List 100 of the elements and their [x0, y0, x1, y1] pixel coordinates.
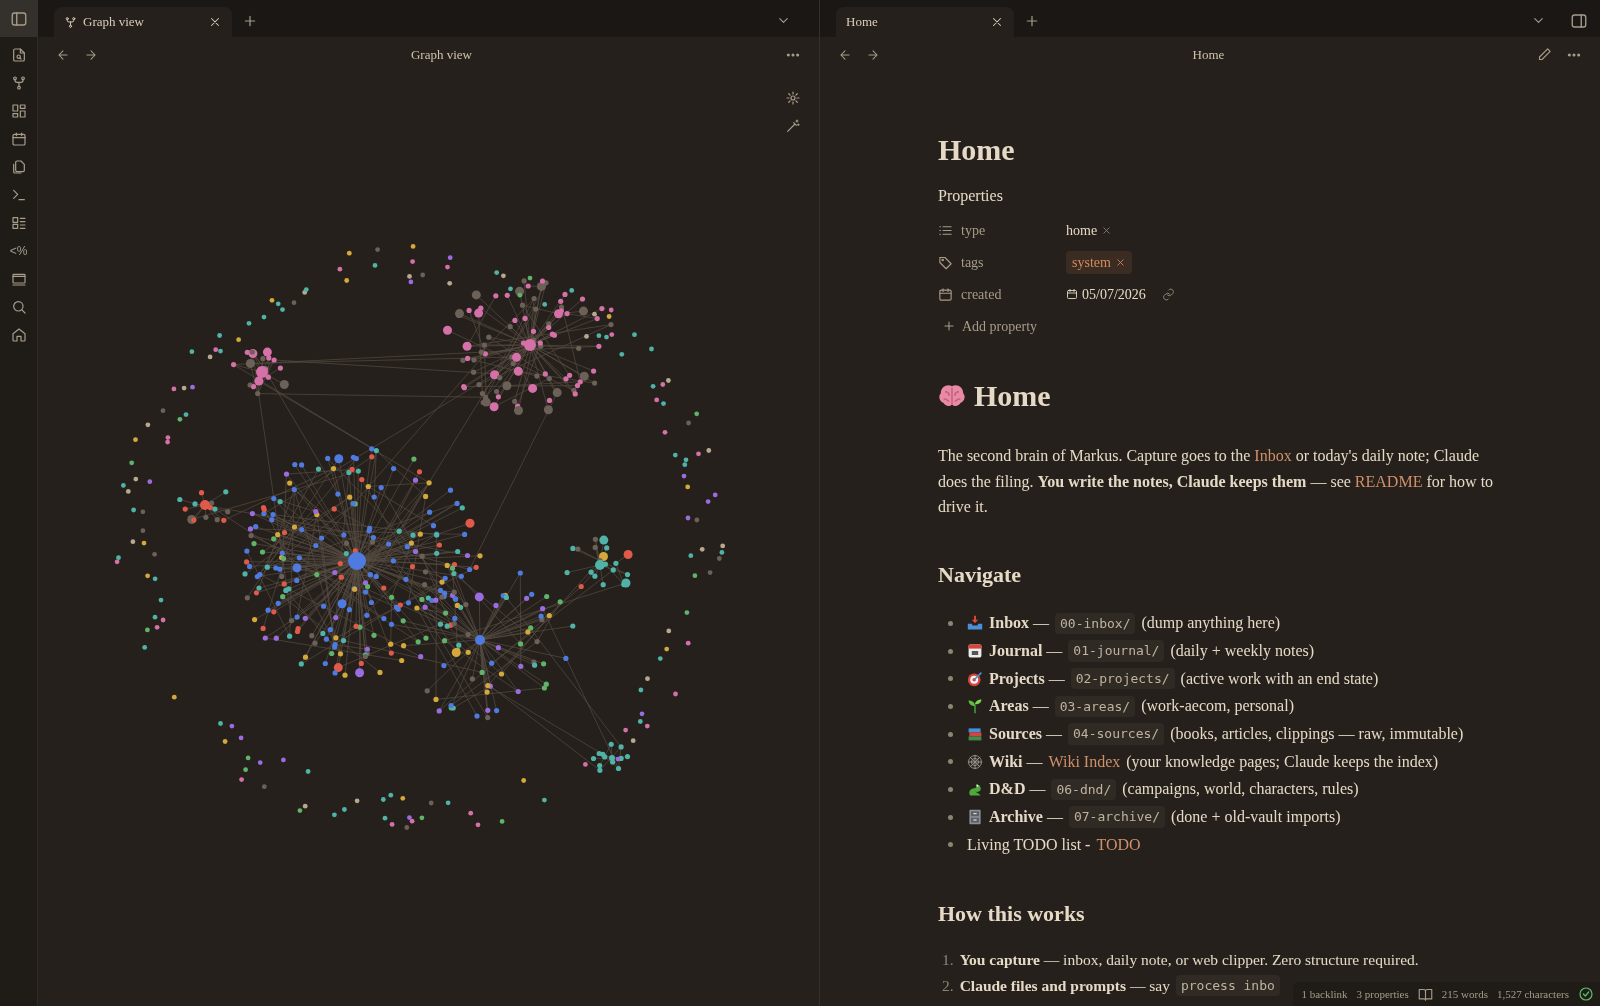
file-cabinet-icon [967, 809, 983, 826]
graph-nodes[interactable] [114, 244, 726, 830]
bullet [948, 814, 953, 820]
sidebar-toggle-button[interactable] [0, 0, 38, 37]
backlinks-count[interactable]: 1 backlink [1301, 985, 1348, 1003]
magic-wand-icon[interactable] [785, 118, 801, 134]
list-description: (done + old-vault imports) [1171, 807, 1341, 828]
slides-icon[interactable] [10, 271, 27, 287]
file-search-icon[interactable] [10, 47, 27, 63]
list-description: (daily + weekly notes) [1170, 641, 1315, 662]
paragraph: The second brain of Markus. Capture goes to the Inbox or today's daily note; Claude does the filing. You write the notes, Claude keeps them — see README for how to drive it. [938, 446, 1495, 517]
list-description: (dump anything here) [1141, 613, 1281, 634]
bullet [948, 648, 953, 654]
heading: Home [974, 378, 1051, 414]
back-arrow-icon[interactable] [838, 47, 852, 62]
list-label: Inbox — [989, 613, 1050, 634]
folder-path: 07-archive/ [1068, 806, 1165, 828]
calendar-icon [967, 643, 983, 660]
pane-title: Home [1191, 45, 1226, 64]
dartboard-icon [967, 670, 983, 687]
folder-path: 04-sources/ [1068, 723, 1165, 745]
forward-arrow-icon[interactable] [84, 47, 98, 62]
character-count: 1,527 characters [1496, 986, 1569, 1002]
bullet [948, 842, 953, 848]
note-link[interactable]: README [1354, 472, 1423, 490]
plus-icon[interactable] [942, 319, 956, 333]
calendar-icon [938, 286, 953, 302]
edit-icon[interactable] [1537, 47, 1552, 62]
inline-code: process inbo [1175, 974, 1280, 997]
tab[interactable]: Graph view [54, 7, 232, 37]
date-value[interactable]: 05/07/2026 [1082, 283, 1146, 305]
tag-icon [938, 254, 953, 270]
heading: How this works [938, 899, 1086, 928]
pane-title: Graph view [410, 45, 473, 64]
bullet [948, 676, 953, 682]
list-description: (books, articles, clippings — raw, immutable) [1170, 724, 1464, 745]
bullet [948, 620, 953, 626]
properties-heading: Properties [938, 186, 1004, 207]
heading: Navigate [938, 560, 1023, 589]
property-name: tags [961, 253, 984, 272]
list-label: Journal — [989, 641, 1063, 662]
link-icon[interactable] [1161, 287, 1175, 301]
list-label: Archive — [989, 807, 1063, 828]
step-text: You capture — inbox, daily note, or web clipper. Zero structure required. [959, 950, 1419, 971]
remove-icon[interactable] [1101, 224, 1113, 236]
word-count: 215 words [1441, 986, 1488, 1002]
spider-web-icon [967, 753, 983, 770]
bullet [948, 786, 953, 792]
settings-icon[interactable] [785, 90, 801, 106]
graph-icon [64, 15, 77, 29]
list-label: Sources — [989, 724, 1063, 745]
sync-status-icon[interactable] [1578, 986, 1594, 1002]
search-icon[interactable] [10, 299, 27, 315]
books-icon [967, 726, 983, 743]
folder-path: 00-inbox/ [1055, 612, 1136, 635]
bullet [948, 731, 953, 737]
calendar-icon [1066, 288, 1078, 300]
step-number: 1. [942, 950, 954, 971]
list-label: Wiki — [989, 751, 1043, 772]
folder-path: 02-projects/ [1070, 667, 1175, 690]
step-text: Claude files and prompts — say [959, 976, 1170, 997]
tag-chip[interactable]: system [1066, 250, 1132, 274]
list-description: (your knowledge pages; Claude keeps the index) [1126, 751, 1439, 773]
graph-icon[interactable] [10, 75, 27, 91]
remove-icon[interactable] [1114, 256, 1126, 268]
back-arrow-icon[interactable] [56, 47, 70, 62]
checklist-icon[interactable] [10, 215, 27, 231]
copy-icon[interactable] [10, 159, 27, 175]
list-label: Areas — [989, 696, 1049, 717]
home-icon[interactable] [10, 327, 27, 343]
calendar-icon[interactable] [10, 131, 27, 147]
tab[interactable]: Home [836, 7, 1014, 37]
folder-path: 06-dnd/ [1051, 778, 1117, 801]
folder-path: 03-areas/ [1054, 695, 1136, 718]
close-icon[interactable] [990, 15, 1004, 29]
folder-path: 01-journal/ [1068, 640, 1165, 662]
new-tab-icon[interactable] [242, 13, 258, 29]
list-description: (active work with an end state) [1180, 668, 1379, 690]
property-value[interactable]: home [1066, 219, 1098, 241]
list-label: D&D — [989, 779, 1046, 800]
list-label: Living TODO list - [967, 834, 1091, 856]
reading-view-icon[interactable] [1417, 986, 1433, 1002]
templater-button[interactable]: <% [9, 245, 28, 257]
close-icon[interactable] [208, 15, 222, 29]
add-property-button[interactable]: Add property [938, 315, 1042, 337]
inbox-tray-icon [967, 615, 983, 632]
dashboard-icon[interactable] [10, 103, 27, 119]
sidebar-toggle-icon[interactable] [10, 9, 28, 28]
list-label: Projects — [989, 668, 1065, 690]
note-link[interactable]: Inbox [1254, 447, 1292, 464]
new-tab-icon[interactable] [1024, 13, 1040, 29]
note-link[interactable]: Wiki Index [1048, 749, 1121, 774]
note-link[interactable]: TODO [1096, 832, 1141, 857]
terminal-icon[interactable] [10, 187, 27, 203]
properties-count[interactable]: 3 properties [1356, 985, 1409, 1003]
forward-arrow-icon[interactable] [866, 47, 880, 62]
property-name: type [961, 221, 986, 240]
sidebar-toggle-icon[interactable] [1570, 12, 1588, 30]
bullet [948, 703, 953, 709]
sprout-icon [967, 698, 983, 715]
